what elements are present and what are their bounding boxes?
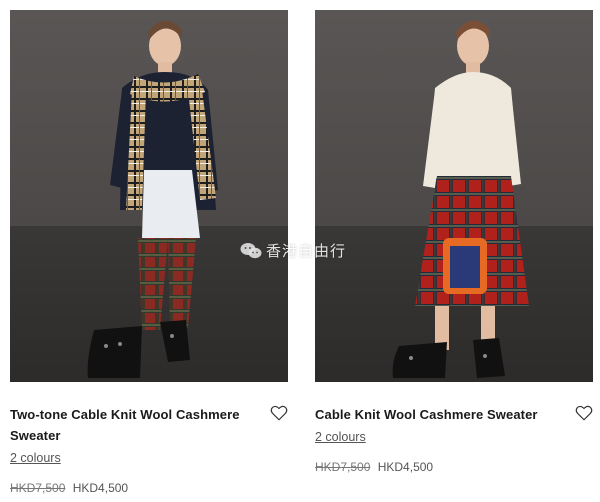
- product-info: Cable Knit Wool Cashmere Sweater 2 colou…: [315, 404, 593, 476]
- sale-price: HKD4,500: [72, 481, 129, 495]
- model-figure-scarf-outfit: [87, 20, 218, 378]
- watermark: 香港自由行: [240, 240, 346, 261]
- heart-icon[interactable]: [575, 404, 593, 422]
- product-title[interactable]: Two-tone Cable Knit Wool Cashmere Sweate…: [10, 404, 260, 446]
- product-image[interactable]: [10, 10, 288, 382]
- watermark-text: 香港自由行: [266, 242, 347, 260]
- colour-options-link[interactable]: 2 colours: [10, 449, 61, 467]
- original-price: HKD7,500: [315, 460, 371, 474]
- product-title[interactable]: Cable Knit Wool Cashmere Sweater: [315, 404, 565, 425]
- wechat-icon: [240, 242, 262, 258]
- model-figure-kilt-outfit: [392, 20, 529, 378]
- colour-options-link[interactable]: 2 colours: [315, 428, 366, 446]
- product-price: HKD7,500 HKD4,500: [10, 479, 288, 497]
- product-card[interactable]: Cable Knit Wool Cashmere Sweater 2 colou…: [315, 10, 593, 476]
- heart-icon[interactable]: [270, 404, 288, 422]
- product-info: Two-tone Cable Knit Wool Cashmere Sweate…: [10, 404, 288, 497]
- sale-price: HKD4,500: [377, 460, 434, 474]
- product-price: HKD7,500 HKD4,500: [315, 458, 593, 476]
- original-price: HKD7,500: [10, 481, 66, 495]
- product-image[interactable]: [315, 10, 593, 382]
